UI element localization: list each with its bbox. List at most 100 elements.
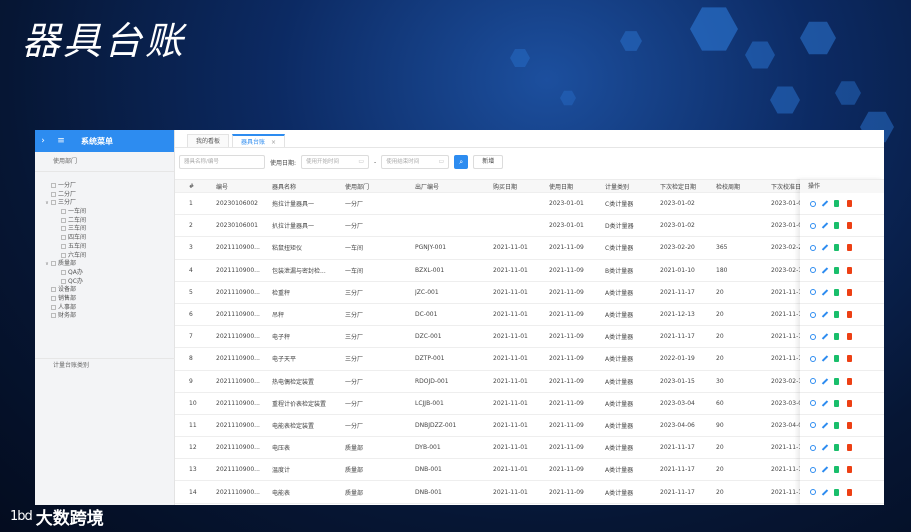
view-icon[interactable]: [810, 244, 816, 251]
tree-node[interactable]: 销售部: [35, 295, 174, 304]
copy-icon[interactable]: [834, 244, 839, 252]
tab-dashboard[interactable]: 我的看板: [187, 134, 230, 147]
end-date-input[interactable]: 使用结束时间 ▭: [381, 155, 450, 169]
table-row[interactable]: 14 2021110900... 电能表 质量部 DNB-001 2021-11-01 20…: [175, 481, 884, 504]
view-icon[interactable]: [810, 355, 816, 362]
copy-icon[interactable]: [834, 266, 839, 274]
delete-icon[interactable]: [847, 333, 852, 341]
tree-node[interactable]: 财务部: [35, 312, 174, 321]
caret-down-icon[interactable]: ∨: [43, 260, 51, 269]
view-icon[interactable]: [810, 267, 816, 274]
edit-icon[interactable]: [821, 222, 829, 229]
delete-icon[interactable]: [847, 311, 852, 319]
column-header[interactable]: 编号: [216, 180, 228, 192]
copy-icon[interactable]: [834, 333, 839, 341]
delete-icon[interactable]: [847, 377, 852, 385]
delete-icon[interactable]: [847, 288, 852, 296]
view-icon[interactable]: [810, 466, 816, 473]
edit-icon[interactable]: [821, 466, 829, 474]
table-row[interactable]: 5 2021110900... 检重秤 三分厂 JZC-001 2021-11-01 202…: [175, 282, 884, 304]
tree-node[interactable]: 一分厂: [35, 182, 174, 191]
sidebar-category-label[interactable]: 计量台账类别: [35, 358, 175, 372]
delete-icon[interactable]: [847, 488, 852, 496]
copy-icon[interactable]: [834, 355, 839, 363]
copy-icon[interactable]: [834, 466, 839, 474]
view-icon[interactable]: [810, 289, 816, 296]
column-header[interactable]: 购买日期: [493, 180, 517, 192]
edit-icon[interactable]: [821, 355, 829, 363]
delete-icon[interactable]: [847, 421, 852, 429]
view-icon[interactable]: [810, 311, 816, 318]
delete-icon[interactable]: [847, 355, 852, 363]
edit-icon[interactable]: [821, 488, 829, 496]
view-icon[interactable]: [810, 378, 816, 385]
caret-down-icon[interactable]: ∨: [43, 199, 51, 208]
column-header[interactable]: 下次校准日: [771, 180, 801, 192]
table-row[interactable]: 11 2021110900... 电能表检定装置 一分厂 DNBJDZZ-001 2021…: [175, 415, 884, 438]
tree-node[interactable]: 二分厂: [35, 191, 174, 200]
edit-icon[interactable]: [821, 289, 829, 296]
edit-icon[interactable]: [821, 311, 829, 318]
menu-icon[interactable]: ≡: [51, 136, 71, 146]
edit-icon[interactable]: [821, 266, 829, 274]
close-icon[interactable]: ×: [271, 139, 276, 146]
view-icon[interactable]: [810, 422, 816, 429]
tree-node[interactable]: 人事部: [35, 304, 174, 313]
tree-node[interactable]: 二车间: [35, 217, 174, 226]
column-header[interactable]: 检校周期: [716, 180, 740, 192]
view-icon[interactable]: [810, 400, 816, 407]
copy-icon[interactable]: [834, 311, 839, 319]
table-row[interactable]: 6 2021110900... 吊秤 三分厂 DC-001 2021-11-01 2021-…: [175, 304, 884, 327]
tree-node[interactable]: ∨ 质量部: [35, 260, 174, 269]
delete-icon[interactable]: [847, 444, 852, 452]
view-icon[interactable]: [810, 444, 816, 451]
tree-node[interactable]: QA办: [35, 269, 174, 278]
delete-icon[interactable]: [847, 266, 852, 274]
tab-instrument-ledger[interactable]: 器具台账 ×: [232, 134, 286, 147]
tree-node[interactable]: 一车间: [35, 208, 174, 217]
column-header[interactable]: 出厂编号: [415, 180, 439, 192]
column-header[interactable]: 计量类别: [605, 180, 629, 192]
view-icon[interactable]: [810, 333, 816, 340]
view-icon[interactable]: [810, 222, 816, 229]
start-date-input[interactable]: 使用开始时间 ▭: [301, 155, 370, 169]
view-icon[interactable]: [810, 200, 816, 207]
table-row[interactable]: 10 2021110900... 重程计价表检定装置 一分厂 LCJJB-001 2021…: [175, 393, 884, 415]
edit-icon[interactable]: [821, 377, 829, 385]
tree-node[interactable]: 四车间: [35, 234, 174, 243]
tree-node[interactable]: 设备部: [35, 286, 174, 295]
edit-icon[interactable]: [821, 422, 829, 429]
edit-icon[interactable]: [821, 200, 829, 207]
table-row[interactable]: 9 2021110900... 热电偶检定装置 一分厂 RDOJD-001 2021-11…: [175, 371, 884, 393]
copy-icon[interactable]: [834, 222, 839, 230]
view-icon[interactable]: [810, 489, 816, 496]
edit-icon[interactable]: [821, 244, 829, 252]
delete-icon[interactable]: [847, 222, 852, 230]
copy-icon[interactable]: [834, 488, 839, 496]
copy-icon[interactable]: [834, 288, 839, 296]
tree-node[interactable]: 五车间: [35, 243, 174, 252]
edit-icon[interactable]: [821, 444, 829, 451]
column-header[interactable]: 使用部门: [345, 180, 369, 192]
name-search-input[interactable]: 器具名称/编号: [179, 155, 265, 169]
table-row[interactable]: 7 2021110900... 电子秤 三分厂 DZC-001 2021-11-01 202…: [175, 326, 884, 349]
table-row[interactable]: 1 20230106002 拖拉计量器具一 一分厂 2023-01-01 C类计量器 202…: [175, 193, 884, 216]
tree-node[interactable]: 三车间: [35, 225, 174, 234]
table-row[interactable]: 13 2021110900... 温度计 质量部 DNB-001 2021-11-01 20…: [175, 459, 884, 482]
copy-icon[interactable]: [834, 444, 839, 452]
column-header[interactable]: 使用日期: [549, 180, 573, 192]
delete-icon[interactable]: [847, 466, 852, 474]
tree-node[interactable]: QC办: [35, 278, 174, 287]
tree-node[interactable]: 六车间: [35, 252, 174, 261]
add-button[interactable]: 新增: [473, 155, 504, 169]
chevron-right-icon[interactable]: ›: [35, 136, 51, 146]
copy-icon[interactable]: [834, 421, 839, 429]
tree-node[interactable]: ∨ 三分厂: [35, 199, 174, 208]
copy-icon[interactable]: [834, 377, 839, 385]
table-row[interactable]: 4 2021110900... 包装泄漏与密封检... 一车间 BZXL-001 2021…: [175, 260, 884, 282]
column-header[interactable]: 器具名称: [272, 180, 296, 192]
column-header[interactable]: #: [189, 180, 194, 192]
copy-icon[interactable]: [834, 399, 839, 407]
table-row[interactable]: 2 20230106001 扒拉计量器具一 一分厂 2023-01-01 D类计量器 202…: [175, 215, 884, 238]
delete-icon[interactable]: [847, 399, 852, 407]
